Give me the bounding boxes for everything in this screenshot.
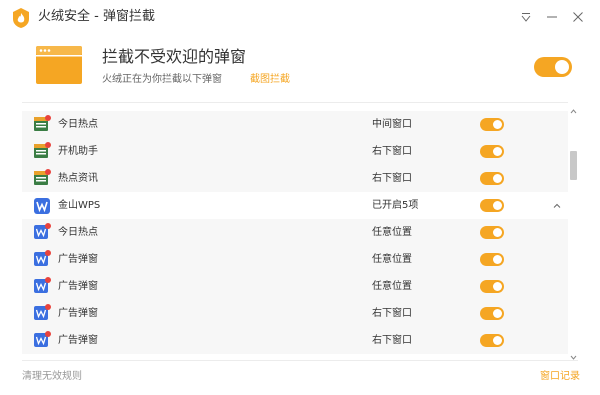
clean-invalid-rules-link[interactable]: 清理无效规则 xyxy=(22,370,82,384)
wps-icon xyxy=(34,198,50,214)
popup-window-icon xyxy=(36,46,82,84)
toggle-knob xyxy=(493,255,502,264)
wps-popup-icon xyxy=(34,250,51,268)
window-title: 火绒安全 - 弹窗拦截 xyxy=(38,9,155,24)
wps-popup-icon xyxy=(34,277,51,295)
minimize-icon xyxy=(547,16,557,18)
huorong-logo-icon xyxy=(12,8,30,28)
rule-row: 广告弹窗 右下窗口 xyxy=(22,327,568,354)
popup-position: 任意位置 xyxy=(372,227,412,238)
title-bar: 火绒安全 - 弹窗拦截 xyxy=(0,0,600,36)
close-button[interactable] xyxy=(568,8,588,26)
scroll-down-arrow-icon[interactable] xyxy=(570,350,577,360)
rule-name: 开机助手 xyxy=(58,146,98,157)
rule-row: 广告弹窗 右下窗口 xyxy=(22,300,568,327)
scrollbar-thumb[interactable] xyxy=(570,151,577,180)
rule-row: 今日热点 中间窗口 xyxy=(22,111,568,138)
popup-log-link[interactable]: 窗口记录 xyxy=(540,370,580,384)
rule-toggle[interactable] xyxy=(480,307,504,320)
rule-name: 广告弹窗 xyxy=(58,254,98,265)
wps-popup-icon xyxy=(34,304,51,322)
rule-toggle[interactable] xyxy=(480,199,504,212)
scroll-up-arrow-icon[interactable] xyxy=(570,104,577,114)
generic-app-icon xyxy=(34,115,51,133)
minimize-button[interactable] xyxy=(542,8,562,26)
group-status: 已开启5项 xyxy=(372,200,419,211)
page-subtitle: 火绒正在为你拦截以下弹窗 xyxy=(102,74,222,85)
footer-divider xyxy=(22,360,578,361)
rule-toggle[interactable] xyxy=(480,226,504,239)
chevron-up-icon[interactable] xyxy=(552,200,562,210)
menu-icon xyxy=(521,13,531,22)
generic-app-icon xyxy=(34,169,51,187)
scrollbar[interactable] xyxy=(568,102,578,358)
generic-app-icon xyxy=(34,142,51,160)
toggle-knob xyxy=(493,120,502,129)
rule-name: 今日热点 xyxy=(58,119,98,130)
rule-row: 热点资讯 右下窗口 xyxy=(22,165,568,192)
rule-row: 今日热点 任意位置 xyxy=(22,219,568,246)
app-group-row: 金山WPS 已开启5项 xyxy=(22,192,568,219)
popup-position: 右下窗口 xyxy=(372,335,412,346)
wps-popup-icon xyxy=(34,331,51,349)
toggle-knob xyxy=(493,201,502,210)
feature-header: 拦截不受欢迎的弹窗 火绒正在为你拦截以下弹窗 截图拦截 xyxy=(0,36,600,98)
toggle-knob xyxy=(493,309,502,318)
menu-button[interactable] xyxy=(516,8,536,26)
popup-position: 右下窗口 xyxy=(372,146,412,157)
rule-name: 广告弹窗 xyxy=(58,335,98,346)
rule-name: 广告弹窗 xyxy=(58,308,98,319)
toggle-knob xyxy=(555,60,569,74)
toggle-knob xyxy=(493,228,502,237)
popup-position: 任意位置 xyxy=(372,254,412,265)
screenshot-block-link[interactable]: 截图拦截 xyxy=(250,73,290,87)
popup-position: 右下窗口 xyxy=(372,173,412,184)
rule-name: 热点资讯 xyxy=(58,173,98,184)
popup-position: 右下窗口 xyxy=(372,308,412,319)
toggle-knob xyxy=(493,282,502,291)
wps-popup-icon xyxy=(34,223,51,241)
toggle-knob xyxy=(493,336,502,345)
rule-row: 开机助手 右下窗口 xyxy=(22,138,568,165)
toggle-knob xyxy=(493,174,502,183)
rule-name: 今日热点 xyxy=(58,227,98,238)
close-icon xyxy=(573,12,583,22)
rule-toggle[interactable] xyxy=(480,280,504,293)
master-toggle[interactable] xyxy=(534,57,572,77)
rule-row: 广告弹窗 任意位置 xyxy=(22,273,568,300)
page-title: 拦截不受欢迎的弹窗 xyxy=(102,47,247,66)
rule-toggle[interactable] xyxy=(480,145,504,158)
rule-name: 广告弹窗 xyxy=(58,281,98,292)
popup-position: 中间窗口 xyxy=(372,119,412,130)
toggle-knob xyxy=(493,147,502,156)
rule-toggle[interactable] xyxy=(480,172,504,185)
rule-row: 广告弹窗 任意位置 xyxy=(22,246,568,273)
rule-toggle[interactable] xyxy=(480,118,504,131)
rule-toggle[interactable] xyxy=(480,334,504,347)
popup-rule-list: 今日热点 中间窗口 开机助手 右下窗口 热点资讯 右下窗口 金山WPS 已开启5项 今日热点 任意… xyxy=(22,102,568,356)
rule-name: 金山WPS xyxy=(58,200,101,211)
rule-toggle[interactable] xyxy=(480,253,504,266)
popup-position: 任意位置 xyxy=(372,281,412,292)
